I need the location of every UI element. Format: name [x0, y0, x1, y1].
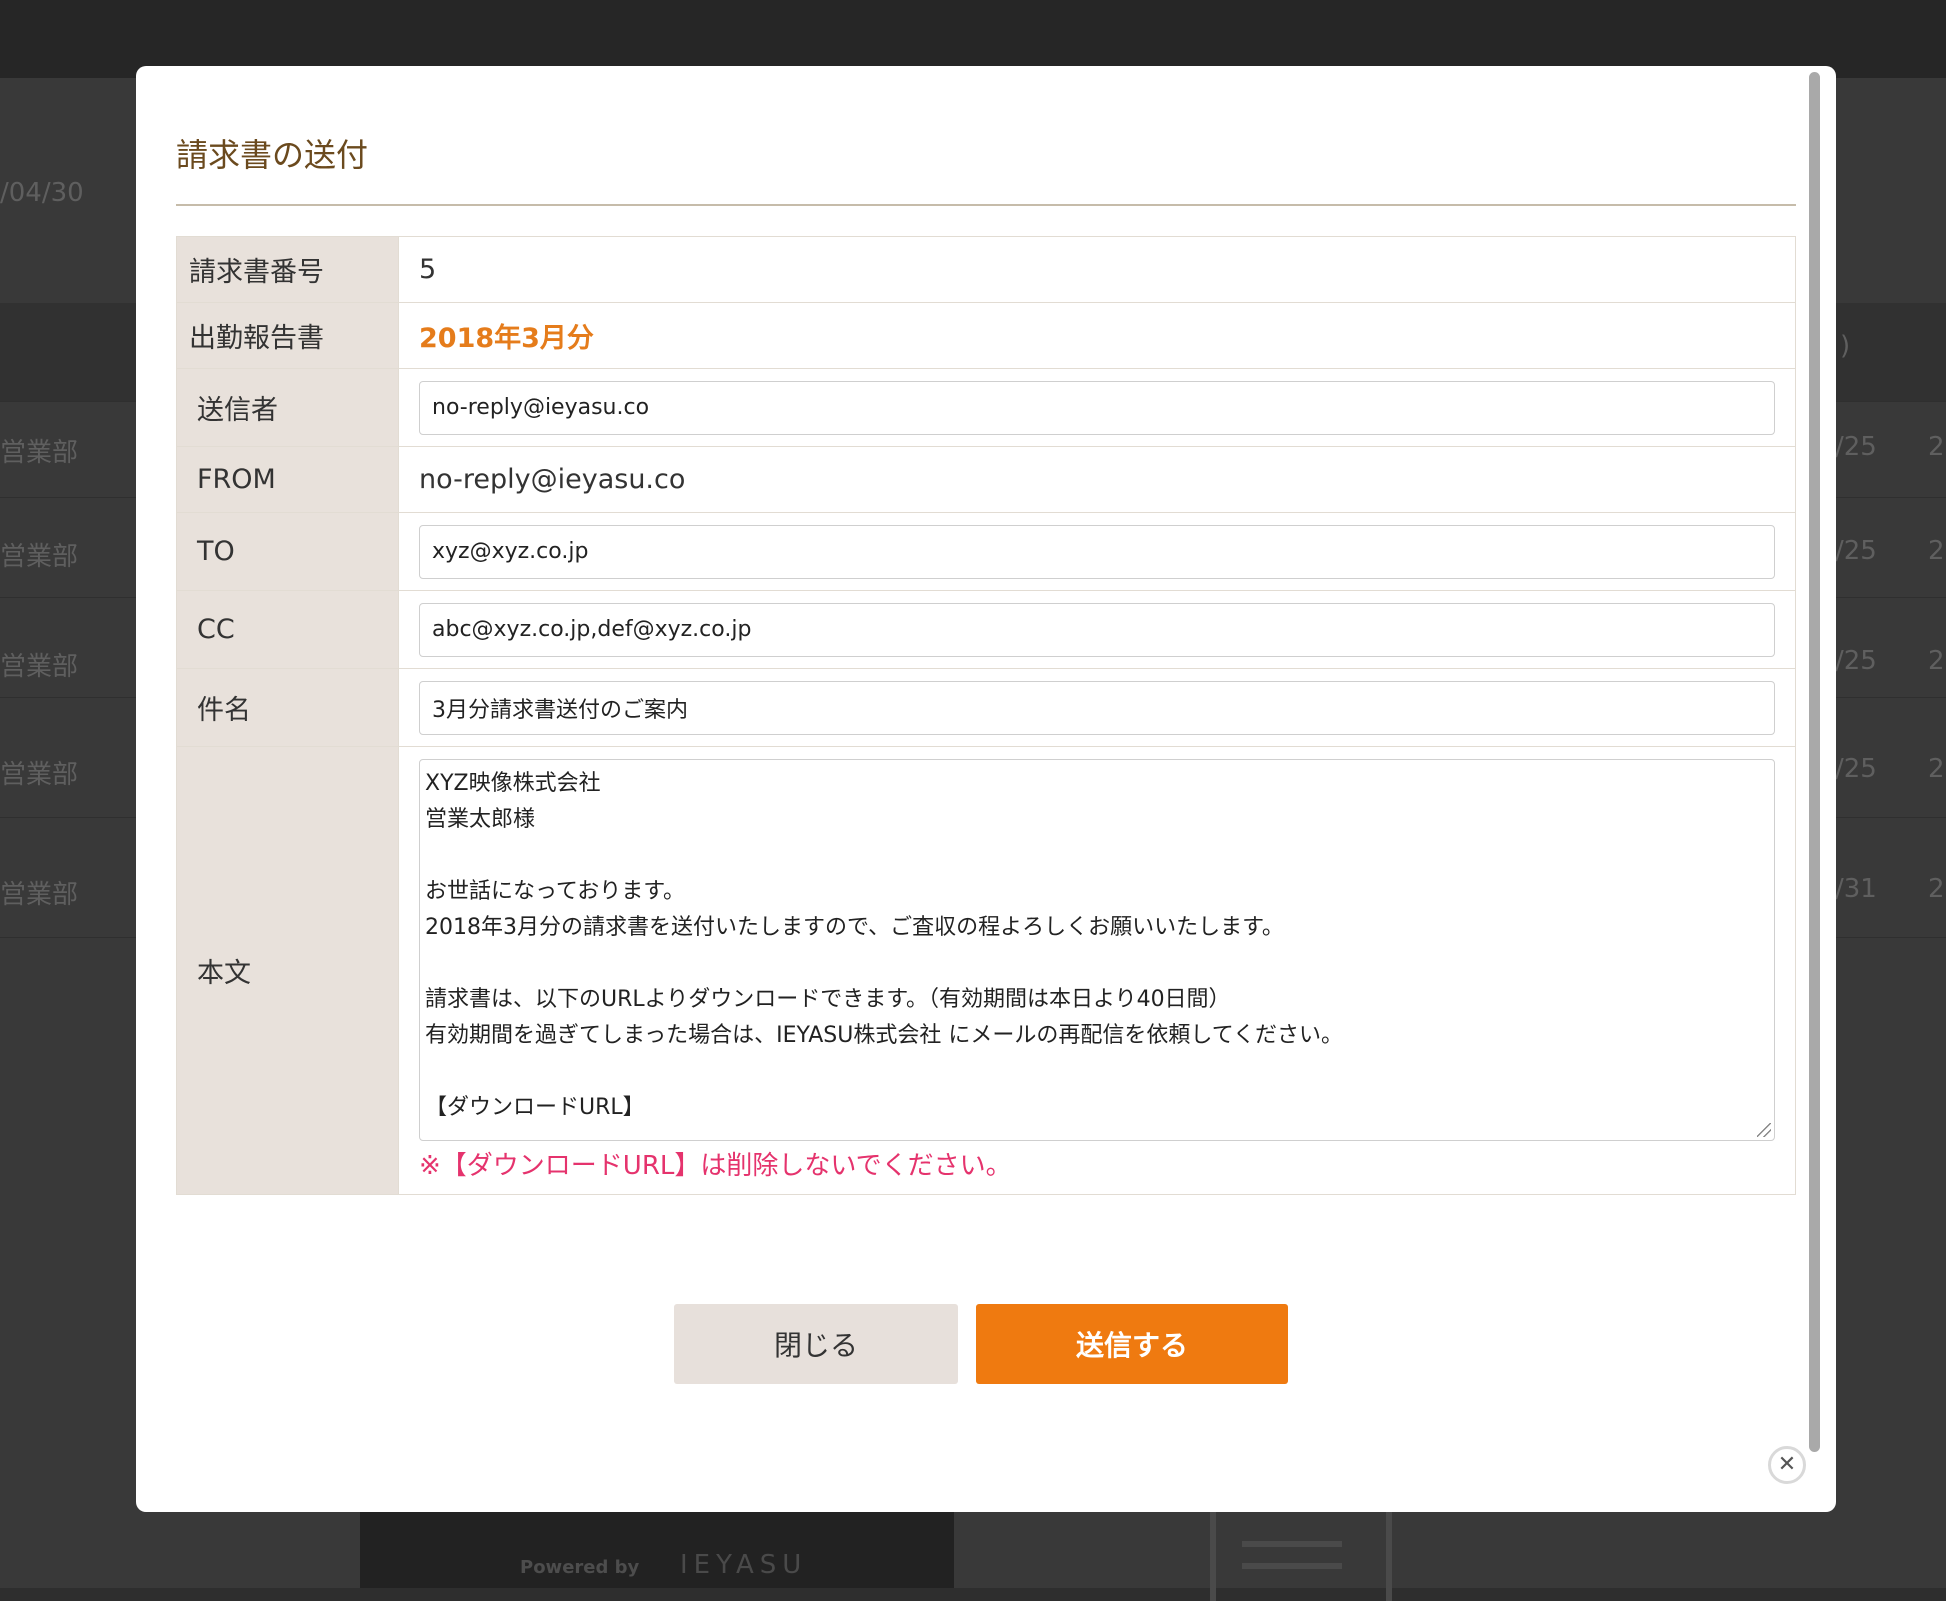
- form-row-invoice-no: 請求書番号 5: [176, 236, 1796, 303]
- form-row-attendance-report: 出勤報告書 2018年3月分: [176, 302, 1796, 369]
- document-icon: [1210, 1505, 1392, 1601]
- cc-label: CC: [176, 590, 399, 669]
- form-row-subject: 件名: [176, 668, 1796, 747]
- modal-title: 請求書の送付: [176, 136, 369, 174]
- from-value: no-reply@ieyasu.co: [419, 464, 686, 495]
- title-divider: [176, 204, 1796, 206]
- form-row-from: FROM no-reply@ieyasu.co: [176, 446, 1796, 513]
- body-text: XYZ映像株式会社 営業太郎様 お世話になっております。 2018年3月分の請求…: [425, 771, 1344, 1120]
- from-label: FROM: [176, 446, 399, 513]
- subject-input[interactable]: [419, 680, 1775, 735]
- form-row-body: 本文 XYZ映像株式会社 営業太郎様 お世話になっております。 2018年3月分…: [176, 746, 1796, 1195]
- background-dept: 営業部: [0, 542, 79, 572]
- sender-label: 送信者: [176, 368, 399, 447]
- background-dept: 営業部: [0, 760, 79, 790]
- attendance-report-link[interactable]: 2018年3月分: [419, 316, 1775, 355]
- modal-scrollbar[interactable]: [1809, 72, 1820, 1452]
- background-date-cell: /31: [1835, 874, 1877, 904]
- invoice-no-value: 5: [419, 254, 437, 285]
- subject-label: 件名: [176, 668, 399, 747]
- invoice-no-label: 請求書番号: [176, 236, 399, 303]
- background-extra-cell: 2: [1928, 432, 1945, 462]
- cc-input[interactable]: [419, 602, 1775, 657]
- close-icon[interactable]: ✕: [1768, 1446, 1806, 1484]
- resize-handle-icon[interactable]: [1757, 1123, 1771, 1137]
- form-row-sender: 送信者: [176, 368, 1796, 447]
- body-label: 本文: [176, 746, 399, 1195]
- send-invoice-modal: 請求書の送付 請求書番号 5 出勤報告書 2018年3月分 送信者 FROM n…: [136, 66, 1836, 1512]
- to-label: TO: [176, 512, 399, 591]
- background-dept: 営業部: [0, 880, 79, 910]
- background-date-cell: /25: [1835, 432, 1877, 462]
- background-dept: 営業部: [0, 438, 79, 468]
- background-extra-cell: 2: [1928, 536, 1945, 566]
- close-button[interactable]: 閉じる: [674, 1304, 958, 1384]
- send-button[interactable]: 送信する: [976, 1304, 1288, 1384]
- background-extra-cell: 2: [1928, 754, 1945, 784]
- background-date-cell: /25: [1835, 646, 1877, 676]
- sender-input[interactable]: [419, 380, 1775, 435]
- background-date-cell: /25: [1835, 754, 1877, 784]
- invoice-form: 請求書番号 5 出勤報告書 2018年3月分 送信者 FROM no-reply…: [176, 236, 1796, 1195]
- background-date-cell: /25: [1835, 536, 1877, 566]
- attendance-report-label: 出勤報告書: [176, 302, 399, 369]
- background-footer-banner: [360, 1510, 954, 1588]
- powered-by-label: Powered by: [520, 1557, 640, 1578]
- background-date: /04/30: [0, 178, 84, 208]
- ieyasu-logo: IEYASU: [680, 1550, 808, 1580]
- form-row-cc: CC: [176, 590, 1796, 669]
- background-extra-cell: 2: [1928, 646, 1945, 676]
- background-extra-cell: 2: [1928, 874, 1945, 904]
- body-textarea[interactable]: XYZ映像株式会社 営業太郎様 お世話になっております。 2018年3月分の請求…: [419, 759, 1775, 1141]
- background-dept: 営業部: [0, 652, 79, 682]
- background-header-fragment: ): [1840, 331, 1851, 361]
- to-input[interactable]: [419, 524, 1775, 579]
- download-url-warning: ※【ダウンロードURL】は削除しないでください。: [419, 1151, 1012, 1181]
- form-row-to: TO: [176, 512, 1796, 591]
